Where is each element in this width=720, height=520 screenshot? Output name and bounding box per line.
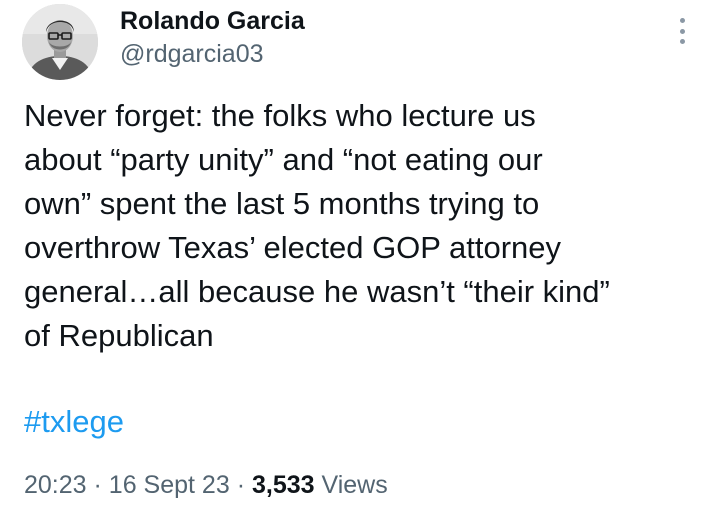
tweet-text-line: of Republican [24,318,214,353]
meta-separator: · [93,471,102,499]
tweet-text: Never forget: the folks who lecture us a… [24,94,704,358]
more-options-button[interactable] [668,14,696,48]
tweet-text-line: about “party unity” and “not eating our [24,142,543,177]
author-display-name[interactable]: Rolando Garcia [120,6,305,36]
tweet-card: Rolando Garcia @rdgarcia03 Never forget:… [0,0,720,520]
tweet-meta: 20:23 · 16 Sept 23 · 3,533 Views [24,467,388,503]
hashtag-link[interactable]: #txlege [24,400,124,444]
tweet-text-line: overthrow Texas’ elected GOP attorney [24,230,562,265]
views-label[interactable]: Views [321,471,387,499]
tweet-text-line: general…all because he wasn’t “their kin… [24,274,610,309]
user-avatar-photo-icon [22,4,98,80]
avatar[interactable] [22,4,98,80]
vertical-ellipsis-icon [679,18,685,23]
tweet-time[interactable]: 20:23 [24,471,87,499]
vertical-ellipsis-icon [679,28,685,34]
tweet-text-line: own” spent the last 5 months trying to [24,186,540,221]
vertical-ellipsis-icon [679,39,685,44]
views-count[interactable]: 3,533 [252,471,315,499]
meta-separator: · [236,471,246,499]
tweet-date[interactable]: 16 Sept 23 [109,471,230,499]
tweet-text-line: Never forget: the folks who lecture us [24,98,536,133]
author-handle[interactable]: @rdgarcia03 [120,38,305,70]
author-info: Rolando Garcia @rdgarcia03 [120,6,305,70]
